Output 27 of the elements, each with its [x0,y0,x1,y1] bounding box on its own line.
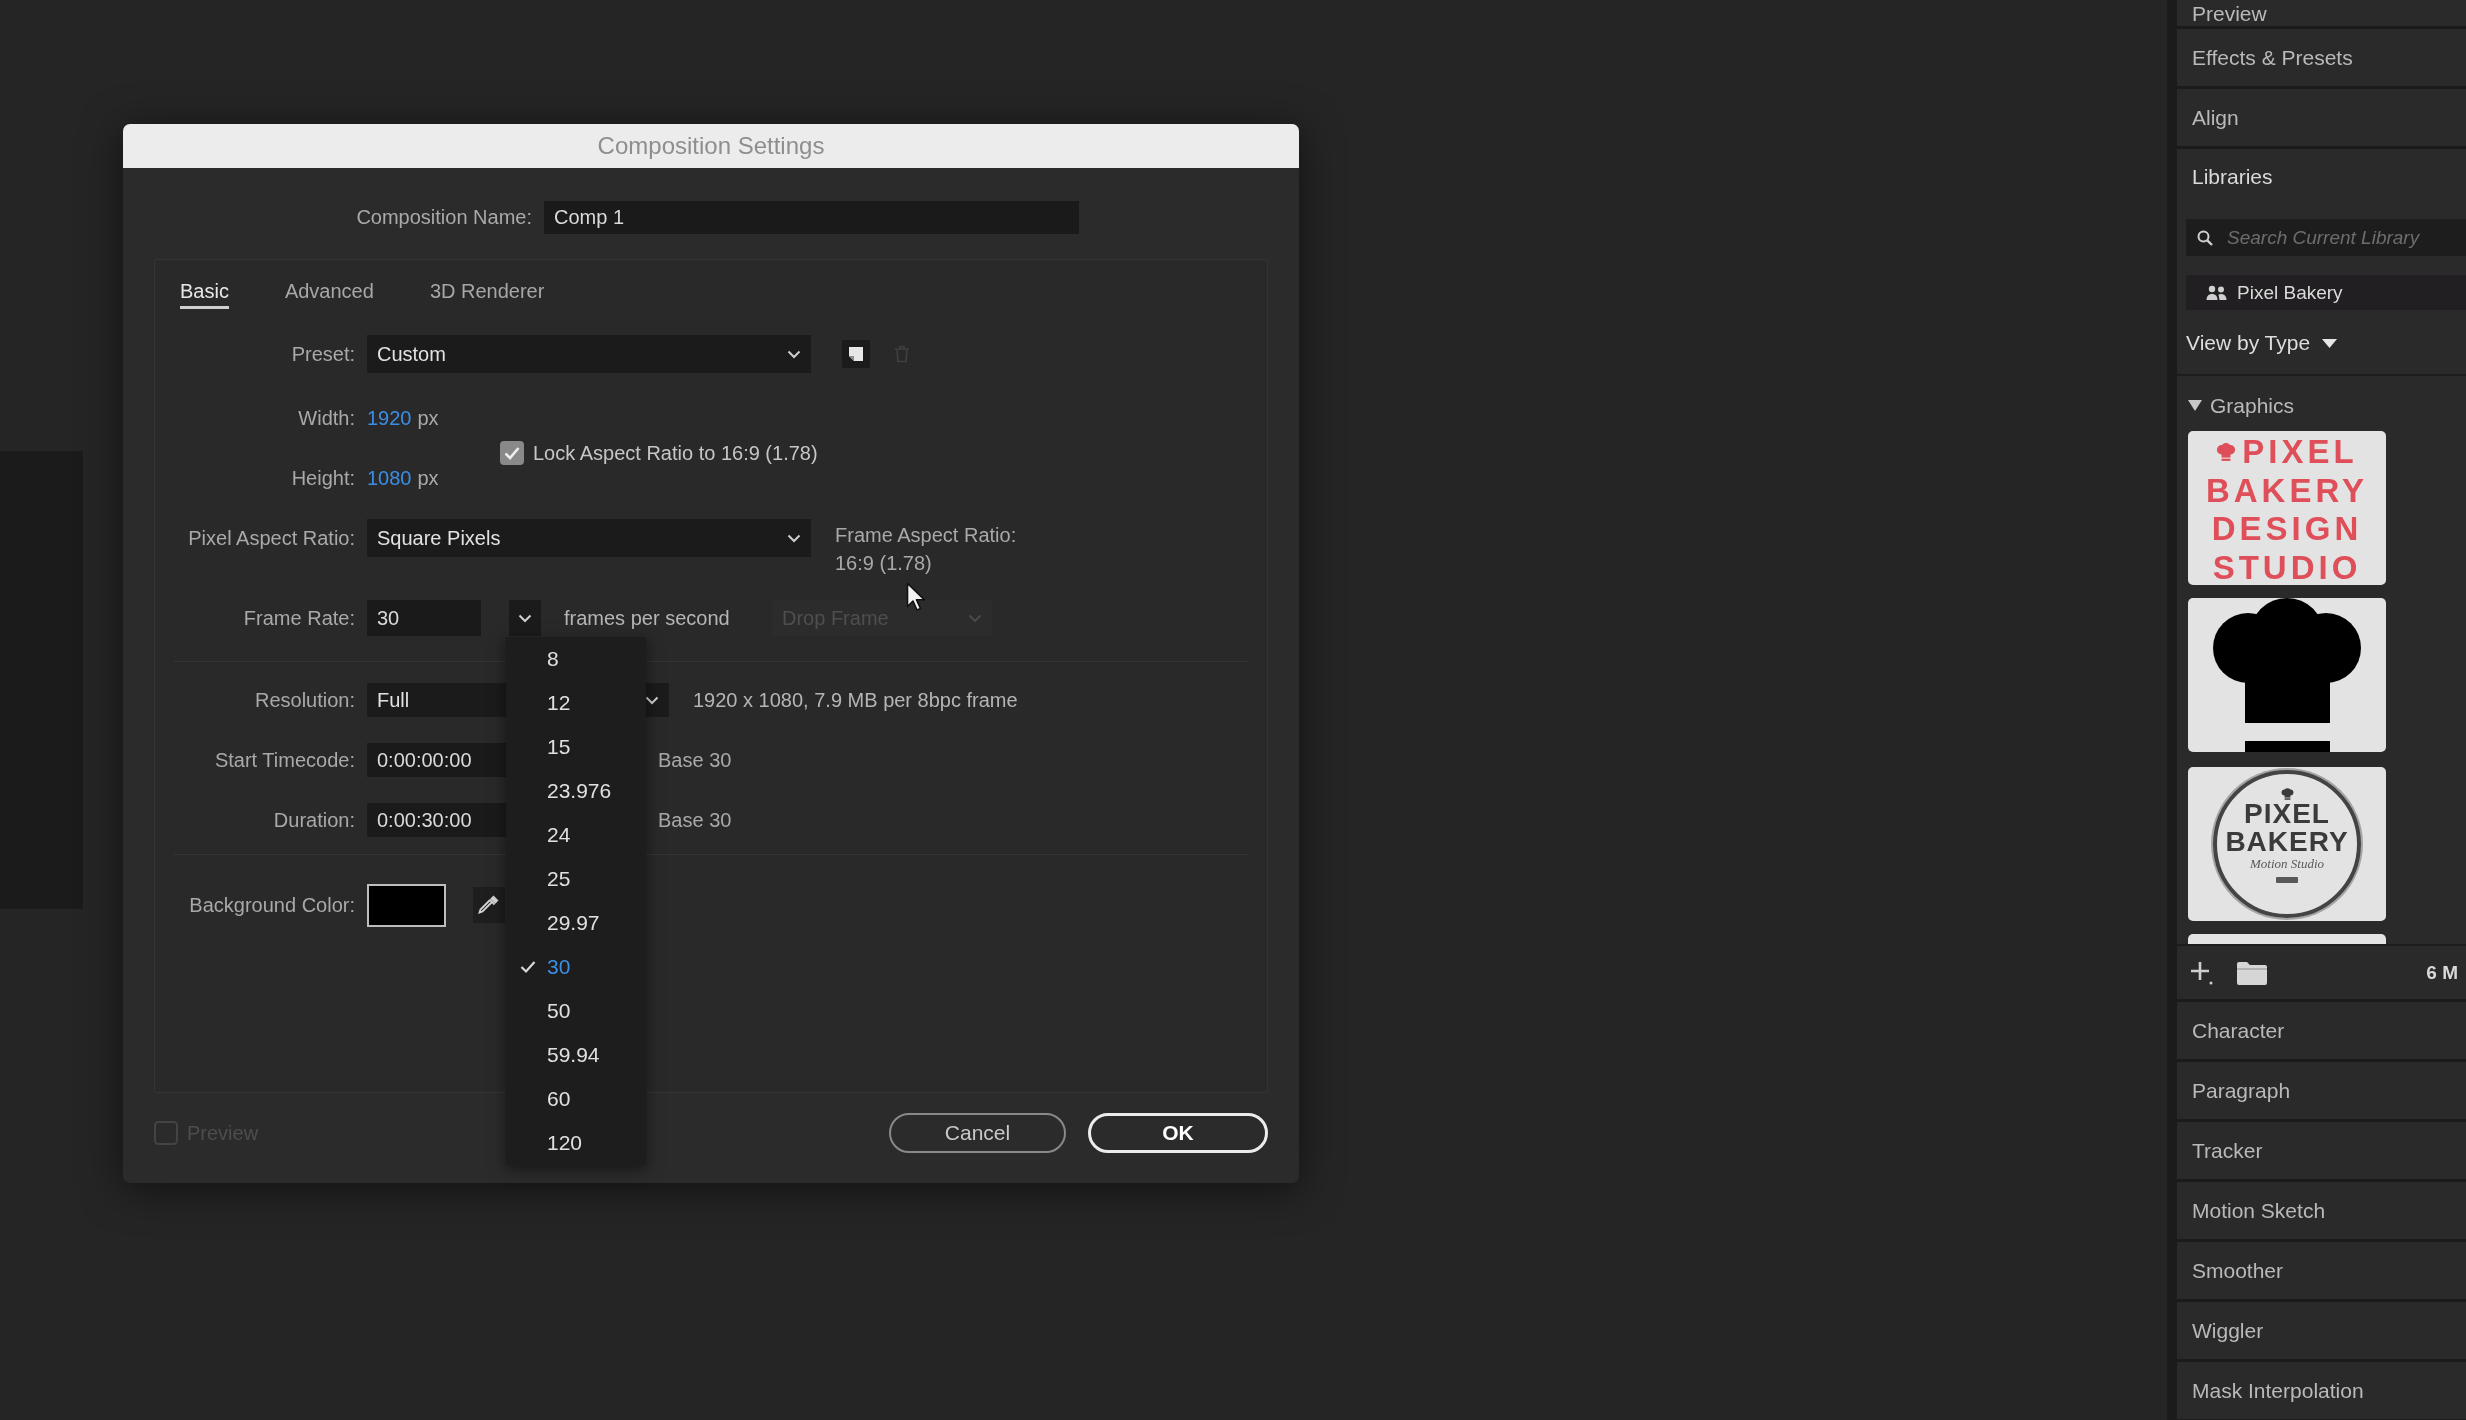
logo-text: BAKERY [2225,828,2349,856]
field-label: Width: [298,406,355,430]
aspect-ratio-text: 16:9 (1.78) [835,551,932,576]
logo-text: PIXEL [2244,800,2330,828]
field-label: Preset: [291,342,355,366]
field-label: Background Color: [189,893,355,917]
logo-text: DESIGN [2211,510,2363,549]
field-label: Resolution: [254,688,355,712]
field-label: Duration: [273,808,355,832]
logo-text: BAKERY [2205,471,2369,510]
base-text: Base 30 [658,808,732,832]
field-label: Start Timecode: [214,748,355,772]
base-text: Base 30 [658,748,732,772]
field-label: Frame Rate: [243,606,355,630]
script-text: Motion Studio [2250,856,2324,872]
field-label: Pixel Aspect Ratio: [188,526,355,550]
info-text: 1920 x 1080, 7.9 MB per 8bpc frame [693,688,1018,712]
field-label: Frame Aspect Ratio: [835,523,1017,548]
field-label: Height: [291,466,355,490]
unit-label: px [417,466,439,490]
storage-text: 6 M [2426,961,2458,984]
logo-text: PIXEL [2242,433,2358,472]
unit-label: px [417,406,439,430]
unit-label: frames per second [564,606,730,630]
logo-text: STUDIO [2212,548,2362,585]
dialog-title: Composition Settings [597,132,825,160]
field-label: Composition Name: [356,206,532,229]
